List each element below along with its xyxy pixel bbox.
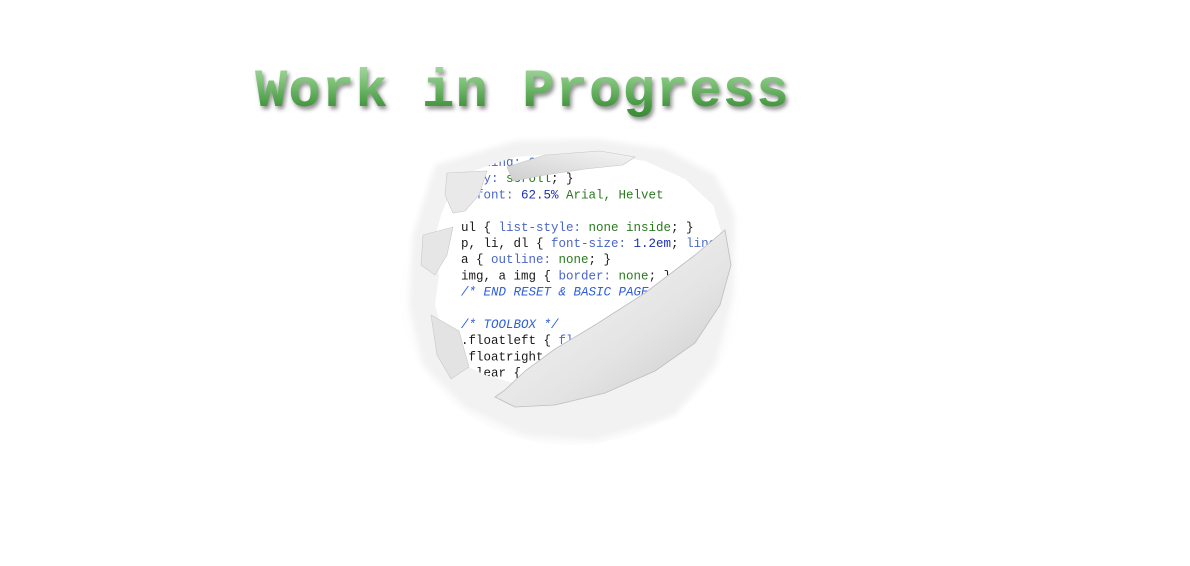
code-token: ; } <box>589 253 612 267</box>
code-token: ; <box>671 237 686 251</box>
code-token: none inside <box>589 221 672 235</box>
page-heading: Work in Progress <box>255 58 905 128</box>
code-token: ; } <box>671 221 694 235</box>
code-token: 62.5% <box>521 188 559 202</box>
code-token: 1.2em <box>634 237 672 251</box>
code-token: list-style: <box>499 221 589 235</box>
code-token: none <box>619 269 649 283</box>
torn-paper-svg: padding: 0; }ow-y: scroll; }{ font: 62.5… <box>400 139 740 445</box>
code-line: { font: 62.5% Arial, Helvet <box>461 188 664 202</box>
code-token: .floatleft { <box>461 334 559 348</box>
code-token: font-size: <box>551 237 634 251</box>
code-line: /* END RESET & BASIC PAGE <box>461 286 649 300</box>
code-token: outline: <box>491 253 559 267</box>
torn-paper-illustration: padding: 0; }ow-y: scroll; }{ font: 62.5… <box>395 135 745 445</box>
code-line: p, li, dl { font-size: 1.2em; line- <box>461 237 724 251</box>
code-token: .floatright <box>461 350 544 364</box>
code-line: .floatleft { fl <box>461 334 574 348</box>
code-token: ul { <box>461 221 499 235</box>
code-token: img, a img { <box>461 269 559 283</box>
code-token: ; } <box>551 172 574 186</box>
code-line: /* TOOLBOX */ <box>461 318 559 332</box>
code-token: /* END RESET & BASIC PAGE <box>461 286 649 300</box>
code-token: none <box>559 253 589 267</box>
work-in-progress-page: Work in Progress padding: 0;} scroll;}… <box>0 0 1190 566</box>
code-token: a { <box>461 253 491 267</box>
code-line: ul { list-style: none inside; } <box>461 221 694 235</box>
code-token: font: <box>476 188 521 202</box>
code-line: .floatright <box>461 350 544 364</box>
code-token: p, li, dl { <box>461 237 551 251</box>
code-line: img, a img { border: none; } <box>461 269 671 283</box>
code-line: a { outline: none; } <box>461 253 611 267</box>
code-token: /* TOOLBOX */ <box>461 318 559 332</box>
code-token: Arial, Helvet <box>559 188 664 202</box>
code-token: border: <box>559 269 619 283</box>
